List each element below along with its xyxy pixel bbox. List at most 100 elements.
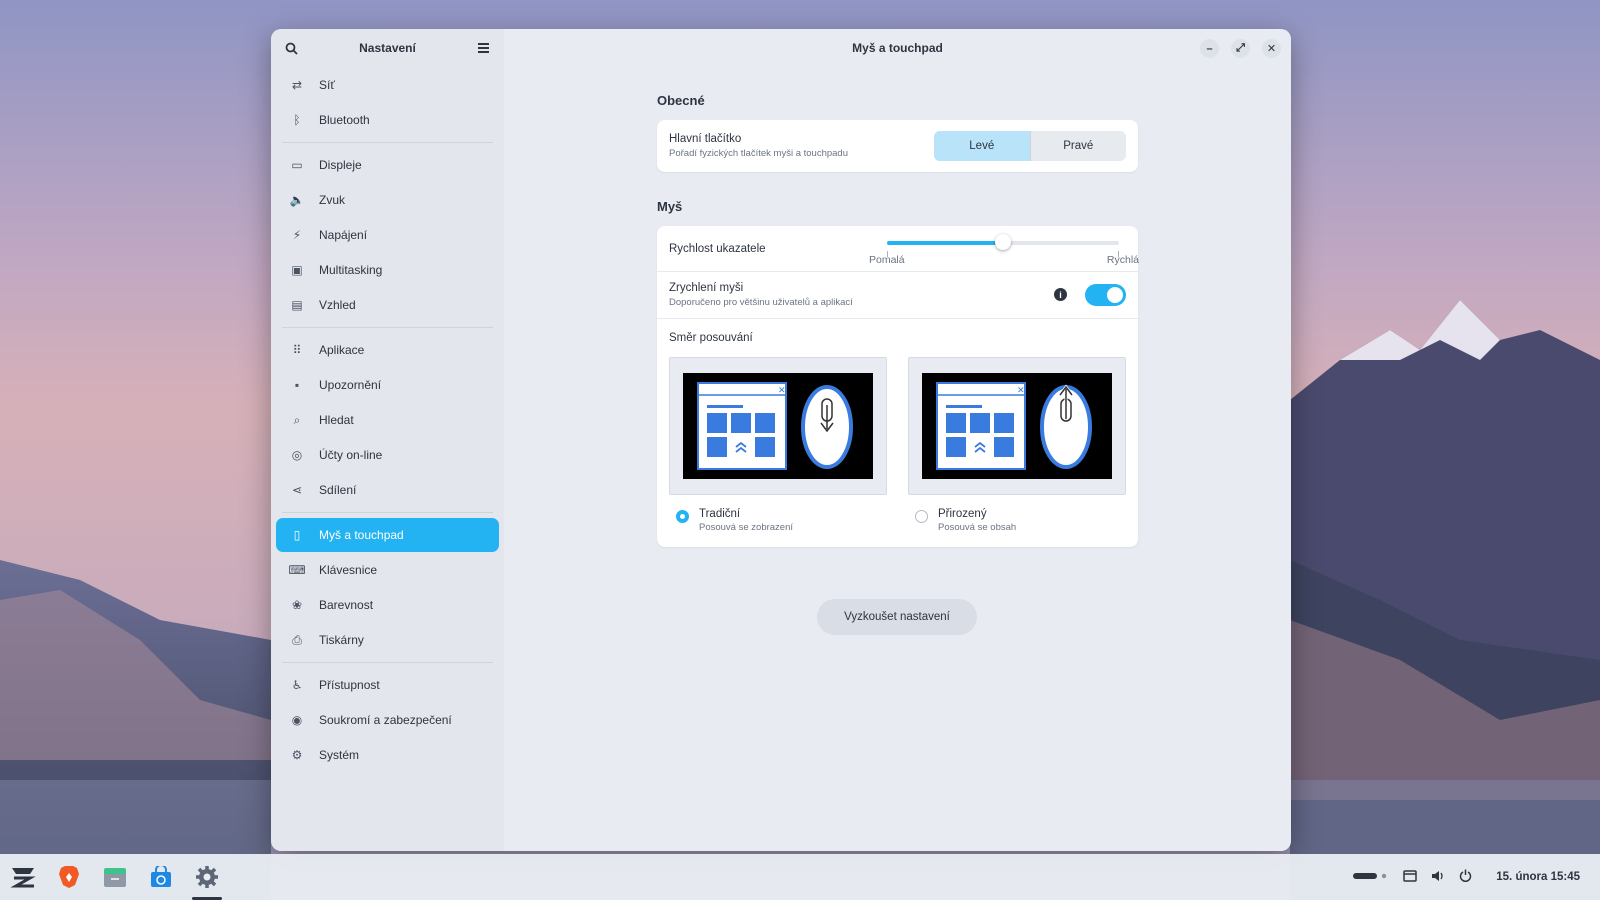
slider-max-label: Rychlá xyxy=(1106,254,1139,266)
sidebar-item-label: Upozornění xyxy=(319,378,382,392)
sidebar-item-label: Klávesnice xyxy=(319,563,378,577)
gear-icon: ⚙ xyxy=(291,748,303,762)
scroll-direction-label: Směr posouvání xyxy=(669,332,753,344)
pointer-speed-label: Rychlost ukazatele xyxy=(669,242,766,255)
traditional-description: Posouvá se zobrazení xyxy=(699,522,794,533)
natural-label: Přirozený xyxy=(938,508,987,520)
sidebar-item-label: Multitasking xyxy=(319,263,383,277)
sidebar-item-label: Účty on-line xyxy=(319,448,383,462)
sidebar-item-label: Tiskárny xyxy=(319,633,364,647)
sidebar-item-online-accounts[interactable]: ◎ Účty on-line xyxy=(276,438,499,472)
general-card: Hlavní tlačítko Pořadí fyzických tlačíte… xyxy=(657,120,1138,172)
info-icon[interactable]: i xyxy=(1054,288,1067,301)
slider-min-label: Pomalá xyxy=(869,254,905,266)
system-tray: 15. února 15:45 xyxy=(1353,854,1580,900)
search-icon: ⌕ xyxy=(293,412,301,427)
sidebar-header: Nastavení xyxy=(271,29,504,67)
left-button-option[interactable]: Levé xyxy=(934,131,1030,161)
sidebar-separator xyxy=(282,327,493,328)
natural-radio[interactable] xyxy=(915,510,928,523)
sidebar-item-network[interactable]: ⇄ Síť xyxy=(276,68,499,102)
slider-track xyxy=(887,234,1119,257)
sidebar-item-label: Systém xyxy=(319,748,360,762)
slider-thumb[interactable] xyxy=(995,234,1011,250)
pointer-speed-slider[interactable]: Pomalá Rychlá xyxy=(869,234,1139,268)
search-icon[interactable] xyxy=(283,40,299,56)
traditional-scroll-preview[interactable]: ✕ xyxy=(669,357,887,495)
sidebar-title: Nastavení xyxy=(359,41,416,55)
sidebar-item-color[interactable]: ❀ Barevnost xyxy=(276,588,499,622)
sidebar-item-accessibility[interactable]: ♿ Přístupnost xyxy=(276,668,499,702)
pointer-speed-row: Rychlost ukazatele Pomalá Rychlá xyxy=(657,226,1139,271)
primary-button-selector: Levé Pravé xyxy=(934,131,1126,161)
scroll-direction-row: Směr posouvání xyxy=(657,319,1138,357)
taskbar: 15. února 15:45 xyxy=(0,854,1600,900)
sidebar-item-share[interactable]: ⋖ Sdílení xyxy=(276,473,499,507)
workspace-indicator-icon[interactable] xyxy=(1353,871,1389,883)
traditional-label: Tradiční xyxy=(699,508,741,520)
privacy-icon: ◉ xyxy=(291,713,303,727)
scroll-direction-options: ✕ Tradiční Posouvá se zobrazení ✕ Přiroz… xyxy=(657,357,1138,547)
sidebar-item-multitasking[interactable]: ▣ Multitasking xyxy=(276,253,499,287)
sidebar-item-label: Soukromí a zabezpečení xyxy=(319,713,452,727)
hamburger-menu-icon[interactable] xyxy=(476,40,492,56)
settings-content: Obecné Hlavní tlačítko Pořadí fyzických … xyxy=(657,84,1139,635)
sidebar-item-privacy[interactable]: ◉ Soukromí a zabezpečení xyxy=(276,703,499,737)
speaker-icon: 🔈 xyxy=(289,193,305,207)
sidebar-item-label: Síť xyxy=(319,78,335,92)
sidebar-item-label: Aplikace xyxy=(319,343,365,357)
files-icon[interactable] xyxy=(92,854,138,900)
network-status-icon[interactable] xyxy=(1403,869,1418,885)
sidebar-item-speaker[interactable]: 🔈 Zvuk xyxy=(276,183,499,217)
primary-button-description: Pořadí fyzických tlačítek myši a touchpa… xyxy=(669,148,848,159)
sidebar-item-power[interactable]: ⚡ Napájení xyxy=(276,218,499,252)
brave-browser-icon[interactable] xyxy=(46,854,92,900)
natural-scroll-option[interactable]: ✕ Přirozený Posouvá se obsah xyxy=(908,357,1126,533)
clock[interactable]: 15. února 15:45 xyxy=(1496,871,1580,883)
natural-description: Posouvá se obsah xyxy=(938,522,1017,533)
test-settings-button[interactable]: Vyzkoušet nastavení xyxy=(817,599,977,635)
sidebar-item-notifications[interactable]: ▪ Upozornění xyxy=(276,368,499,402)
main-header: Myš a touchpad – ⤢ ✕ xyxy=(504,29,1291,67)
mouse-acceleration-toggle[interactable] xyxy=(1085,284,1126,306)
sidebar-item-label: Hledat xyxy=(319,413,354,427)
sidebar-separator xyxy=(282,142,493,143)
right-button-option[interactable]: Pravé xyxy=(1031,131,1127,161)
sidebar-item-label: Sdílení xyxy=(319,483,357,497)
svg-text:✕: ✕ xyxy=(778,386,786,396)
display-icon: ▭ xyxy=(291,158,303,172)
close-button[interactable]: ✕ xyxy=(1262,39,1281,58)
sidebar-item-label: Myš a touchpad xyxy=(319,528,404,542)
mouse-section-title: Myš xyxy=(657,199,683,214)
software-store-icon[interactable] xyxy=(138,854,184,900)
traditional-scroll-option[interactable]: ✕ Tradiční Posouvá se zobrazení xyxy=(669,357,887,533)
sidebar-item-label: Přístupnost xyxy=(319,678,380,692)
sidebar-separator xyxy=(282,662,493,663)
sidebar-item-appearance[interactable]: ▤ Vzhled xyxy=(276,288,499,322)
apps-grid-icon: ⠿ xyxy=(292,343,302,357)
sidebar-item-keyboard[interactable]: ⌨ Klávesnice xyxy=(276,553,499,587)
sidebar-item-mouse[interactable]: ▯ Myš a touchpad xyxy=(276,518,499,552)
sidebar-item-label: Barevnost xyxy=(319,598,374,612)
sidebar-item-display[interactable]: ▭ Displeje xyxy=(276,148,499,182)
sidebar-item-label: Displeje xyxy=(319,158,362,172)
sidebar-item-apps-grid[interactable]: ⠿ Aplikace xyxy=(276,333,499,367)
maximize-button[interactable]: ⤢ xyxy=(1231,39,1250,58)
svg-text:✕: ✕ xyxy=(1017,386,1025,396)
sidebar-item-printer[interactable]: ⎙ Tiskárny xyxy=(276,623,499,657)
power-icon[interactable] xyxy=(1459,869,1472,885)
natural-scroll-preview[interactable]: ✕ xyxy=(908,357,1126,495)
sidebar-item-gear[interactable]: ⚙ Systém xyxy=(276,738,499,772)
zorin-menu-icon[interactable] xyxy=(0,854,46,900)
notifications-icon: ▪ xyxy=(294,378,300,392)
traditional-radio[interactable] xyxy=(676,510,689,523)
toggle-knob xyxy=(1107,287,1123,303)
mouse-card: Rychlost ukazatele Pomalá Rychlá Zrychle… xyxy=(657,226,1139,547)
traditional-scroll-illustration-icon: ✕ xyxy=(683,373,873,479)
minimize-button[interactable]: – xyxy=(1200,39,1219,58)
color-icon: ❀ xyxy=(291,598,303,612)
volume-icon[interactable] xyxy=(1431,870,1445,885)
sidebar-item-search[interactable]: ⌕ Hledat xyxy=(276,403,499,437)
sidebar-item-bluetooth[interactable]: ᛒ Bluetooth xyxy=(276,103,499,137)
settings-gear-icon[interactable] xyxy=(184,854,230,900)
